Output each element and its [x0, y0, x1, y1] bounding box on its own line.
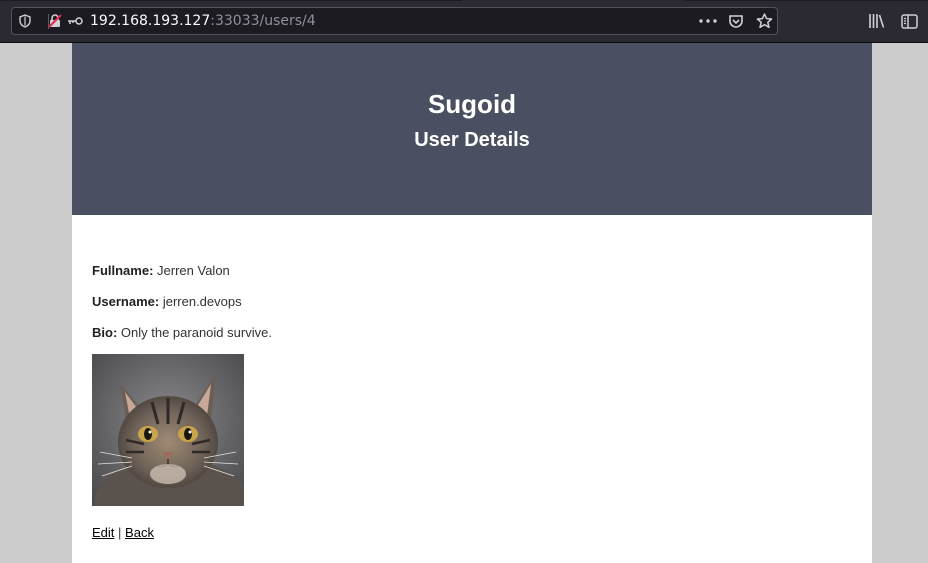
url-path: :33033/users/4	[210, 13, 316, 29]
pocket-icon[interactable]	[726, 12, 746, 30]
username-row: Username: jerren.devops	[92, 294, 242, 310]
site-title: Sugoid	[427, 89, 517, 119]
user-avatar	[92, 354, 244, 506]
bio-label: Bio:	[92, 325, 118, 340]
sidebar-icon[interactable]	[899, 12, 919, 30]
page-subtitle: User Details	[414, 129, 530, 151]
address-bar[interactable]: 192.168.193.127:33033/users/4	[11, 7, 778, 35]
library-icon[interactable]	[867, 12, 887, 30]
more-actions-icon[interactable]	[698, 12, 718, 30]
bio-row: Bio: Only the paranoid survive.	[92, 325, 272, 341]
url-text[interactable]: 192.168.193.127:33033/users/4	[90, 12, 316, 30]
tab-strip-divider	[0, 0, 462, 1]
username-value: jerren.devops	[162, 294, 242, 309]
fullname-value: Jerren Valon	[157, 263, 230, 278]
edit-link[interactable]: Edit	[92, 525, 114, 540]
back-link[interactable]: Back	[125, 525, 154, 540]
username-label: Username:	[92, 294, 160, 309]
key-icon[interactable]	[66, 12, 84, 30]
fullname-row: Fullname: Jerren Valon	[92, 263, 230, 279]
url-host: 192.168.193.127	[90, 13, 211, 29]
shield-icon[interactable]	[16, 12, 34, 30]
action-links: Edit | Back	[92, 525, 154, 541]
bookmark-star-icon[interactable]	[754, 12, 774, 30]
fullname-label: Fullname:	[92, 263, 154, 278]
page-content: Sugoid User Details Fullname: Jerren Val…	[72, 43, 872, 563]
tab-strip-divider	[684, 0, 928, 1]
cat-photo	[92, 354, 244, 506]
browser-toolbar: 192.168.193.127:33033/users/4	[0, 0, 928, 43]
page-header: Sugoid User Details	[72, 43, 872, 215]
link-separator: |	[118, 525, 122, 540]
bio-value: Only the paranoid survive.	[120, 325, 272, 340]
insecure-connection-icon[interactable]	[46, 12, 64, 30]
